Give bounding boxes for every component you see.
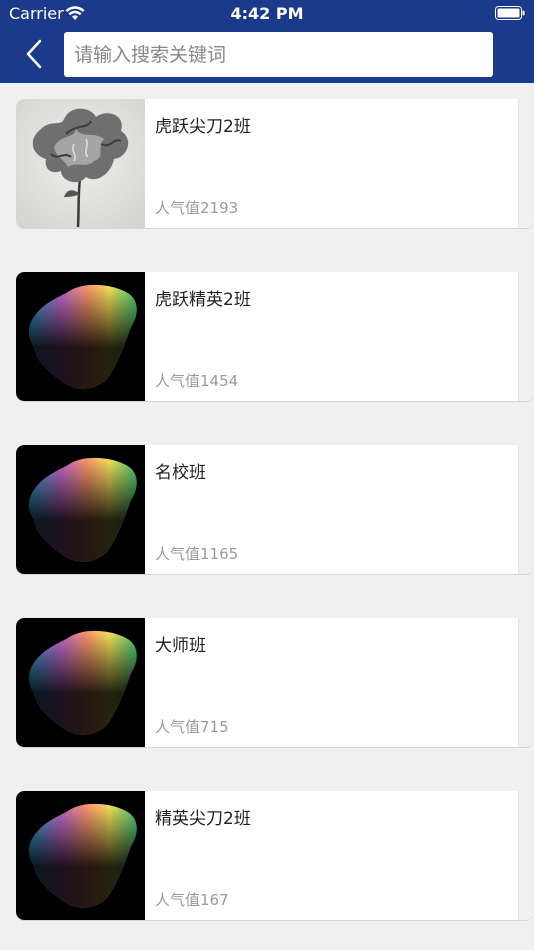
popularity-label: 人气值715 — [155, 718, 229, 736]
nav-header: Carrier 4:42 PM — [0, 0, 534, 83]
clock: 4:42 PM — [230, 4, 304, 23]
class-thumbnail — [16, 272, 145, 401]
list-item[interactable]: 虎跃精英2班 人气值1454 — [16, 272, 534, 401]
chevron-left-icon — [26, 39, 42, 69]
class-thumbnail — [16, 99, 145, 228]
search-input[interactable] — [64, 32, 493, 77]
popularity-label: 人气值1454 — [155, 372, 239, 390]
class-name: 精英尖刀2班 — [155, 809, 251, 829]
back-button[interactable] — [18, 36, 50, 72]
class-name: 虎跃尖刀2班 — [155, 117, 251, 137]
list-item[interactable]: 虎跃尖刀2班 人气值2193 — [16, 99, 534, 228]
class-thumbnail — [16, 618, 145, 747]
popularity-label: 人气值1165 — [155, 545, 239, 563]
class-name: 名校班 — [155, 463, 206, 483]
popularity-label: 人气值2193 — [155, 199, 239, 217]
class-thumbnail — [16, 445, 145, 574]
class-name: 大师班 — [155, 636, 206, 656]
class-name: 虎跃精英2班 — [155, 290, 251, 310]
list-item[interactable]: 大师班 人气值715 — [16, 618, 534, 747]
popularity-label: 人气值167 — [155, 891, 229, 909]
battery-icon — [495, 6, 525, 20]
search-box[interactable] — [64, 32, 493, 77]
status-bar: Carrier 4:42 PM — [0, 0, 534, 28]
list-item[interactable]: 精英尖刀2班 人气值167 — [16, 791, 534, 920]
list-item[interactable]: 名校班 人气值1165 — [16, 445, 534, 574]
class-thumbnail — [16, 791, 145, 920]
